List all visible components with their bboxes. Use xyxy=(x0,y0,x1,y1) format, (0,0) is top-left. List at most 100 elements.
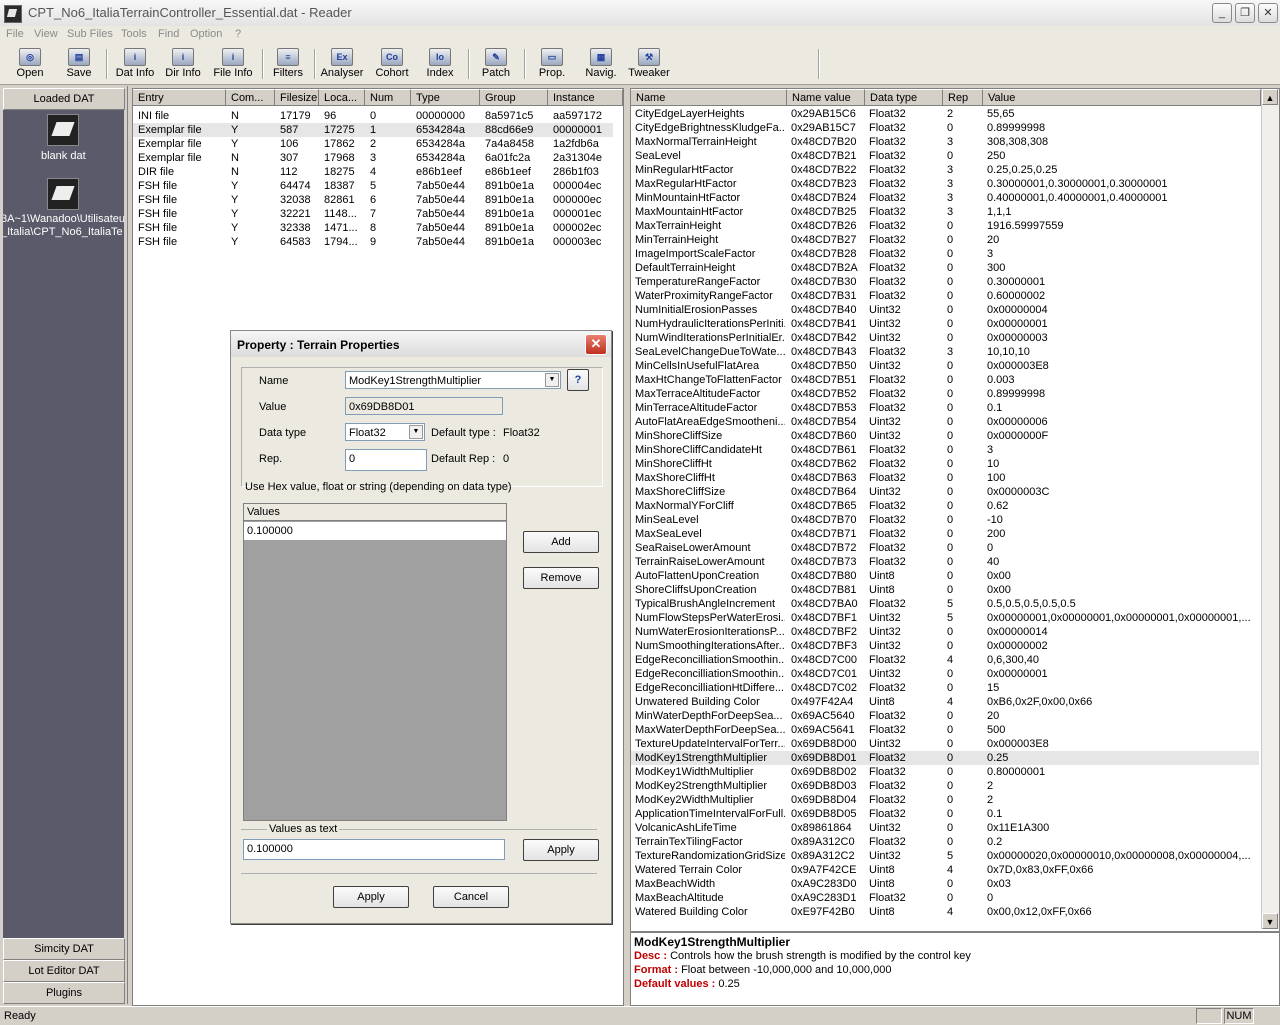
remove-button[interactable]: Remove xyxy=(523,567,599,589)
dat-item-label[interactable]: 3A~1\Wanadoo\Utilisateu xyxy=(3,213,124,225)
property-row[interactable]: MaxBeachAltitude 0xA9C283D1 Float32 0 0 xyxy=(631,891,1259,905)
property-row[interactable]: Unwatered Building Color 0x497F42A4 Uint8 4… xyxy=(631,695,1259,709)
property-row[interactable]: WaterProximityRangeFactor 0x48CD7B31 Float… xyxy=(631,289,1259,303)
property-row[interactable]: AutoFlattenUponCreation 0x48CD7B80 Uint8 0 0… xyxy=(631,569,1259,583)
property-row[interactable]: MaxShoreCliffHt 0x48CD7B63 Float32 0 100 xyxy=(631,471,1259,485)
dat-info-button[interactable]: i Dat Info xyxy=(112,46,158,82)
property-row[interactable]: MaxBeachWidth 0xA9C283D0 Uint8 0 0x03 xyxy=(631,877,1259,891)
properties-column-header[interactable]: Name xyxy=(631,89,787,106)
property-row[interactable]: ShoreCliffsUponCreation 0x48CD7B81 Uint8 0 0… xyxy=(631,583,1259,597)
property-row[interactable]: MinShoreCliffCandidateHt 0x48CD7B61 Float3… xyxy=(631,443,1259,457)
property-row[interactable]: TemperatureRangeFactor 0x48CD7B30 Float32 0… xyxy=(631,275,1259,289)
property-row[interactable]: ImageImportScaleFactor 0x48CD7B28 Float32 0… xyxy=(631,247,1259,261)
property-row[interactable]: MinTerraceAltitudeFactor 0x48CD7B53 Float3… xyxy=(631,401,1259,415)
table-row[interactable]: Exemplar file Y 106 17862 2 6534284a 7a4a8458 1… xyxy=(133,137,613,151)
menu-help[interactable]: ? xyxy=(235,28,241,40)
dialog-close-icon[interactable]: ✕ xyxy=(585,334,607,355)
patch-button[interactable]: ✎ Patch xyxy=(476,46,516,82)
dat-item-label[interactable]: _Italia\CPT_No6_ItaliaTe xyxy=(3,226,123,238)
apply-button[interactable]: Apply xyxy=(333,886,409,908)
properties-column-header[interactable]: Rep xyxy=(943,89,983,106)
property-row[interactable]: NumWaterErosionIterationsP... 0x48CD7BF2 U… xyxy=(631,625,1259,639)
entries-column-header[interactable]: Type xyxy=(411,89,480,106)
menu-find[interactable]: Find xyxy=(158,28,179,40)
menu-file[interactable]: File xyxy=(6,28,24,40)
entries-column-header[interactable]: Group xyxy=(480,89,548,106)
values-as-text-input[interactable]: 0.100000 xyxy=(243,839,505,860)
property-row[interactable]: MinWaterDepthForDeepSea... 0x69AC5640 Floa… xyxy=(631,709,1259,723)
table-row[interactable]: FSH file Y 32221 1148... 7 7ab50e44 891b0e1a 00… xyxy=(133,207,613,221)
property-row[interactable]: Watered Terrain Color 0x9A7F42CE Uint8 4 0x7… xyxy=(631,863,1259,877)
properties-column-header[interactable]: Name value xyxy=(787,89,865,106)
property-row[interactable]: MaxTerraceAltitudeFactor 0x48CD7B52 Float3… xyxy=(631,387,1259,401)
property-row[interactable]: MinCellsInUsefulFlatArea 0x48CD7B50 Uint32… xyxy=(631,359,1259,373)
save-button[interactable]: ▤ Save xyxy=(60,46,98,82)
property-row[interactable]: TextureRandomizationGridSize 0x89A312C2 Ui… xyxy=(631,849,1259,863)
cohort-button[interactable]: Co Cohort xyxy=(372,46,412,82)
property-row[interactable]: EdgeReconcilliationSmoothin... 0x48CD7C00… xyxy=(631,653,1259,667)
property-row[interactable]: AutoFlatAreaEdgeSmootheni... 0x48CD7B54 Ui… xyxy=(631,415,1259,429)
property-row[interactable]: MinRegularHtFactor 0x48CD7B22 Float32 3 0.25… xyxy=(631,163,1259,177)
property-row[interactable]: ModKey2WidthMultiplier 0x69DB8D04 Float32 0… xyxy=(631,793,1259,807)
table-row[interactable]: Exemplar file Y 587 17275 1 6534284a 88cd66e9 0… xyxy=(133,123,613,137)
table-row[interactable]: Exemplar file N 307 17968 3 6534284a 6a01fc2a 2… xyxy=(133,151,613,165)
open-button[interactable]: ◎ Open xyxy=(10,46,50,82)
property-row[interactable]: EdgeReconcilliationHtDiffere... 0x48CD7C0… xyxy=(631,681,1259,695)
maximize-button[interactable]: ❐ xyxy=(1235,3,1255,23)
property-row[interactable]: VolcanicAshLifeTime 0x89861864 Uint32 0 0x11… xyxy=(631,821,1259,835)
property-row[interactable]: MinMountainHtFactor 0x48CD7B24 Float32 3 0.4… xyxy=(631,191,1259,205)
property-row[interactable]: MinShoreCliffHt 0x48CD7B62 Float32 0 10 xyxy=(631,457,1259,471)
cancel-button[interactable]: Cancel xyxy=(433,886,509,908)
property-row[interactable]: NumSmoothingIterationsAfter... 0x48CD7BF3… xyxy=(631,639,1259,653)
rep-input[interactable]: 0 xyxy=(345,449,427,471)
apply-text-button[interactable]: Apply xyxy=(523,839,599,861)
property-row[interactable]: NumWindIterationsPerInitialEr... 0x48CD7B… xyxy=(631,331,1259,345)
properties-button[interactable]: ▭ Prop. xyxy=(532,46,572,82)
navigator-button[interactable]: ▦ Navig. xyxy=(580,46,622,82)
property-row[interactable]: MaxHtChangeToFlattenFactor 0x48CD7B51 Floa… xyxy=(631,373,1259,387)
entries-column-header[interactable]: Num xyxy=(365,89,411,106)
dat-item-label[interactable]: blank dat xyxy=(41,150,86,162)
property-row[interactable]: MinSeaLevel 0x48CD7B70 Float32 0 -10 xyxy=(631,513,1259,527)
entries-column-header[interactable]: Instance xyxy=(548,89,623,106)
data-type-select[interactable]: Float32 ▼ xyxy=(345,423,425,441)
property-row[interactable]: EdgeReconcilliationSmoothin... 0x48CD7C01… xyxy=(631,667,1259,681)
property-row[interactable]: NumHydraulicIterationsPerIniti... 0x48CD7… xyxy=(631,317,1259,331)
dat-file-icon[interactable] xyxy=(47,178,79,210)
values-list[interactable]: Values 0.100000 xyxy=(243,503,507,821)
filters-button[interactable]: ≡ Filters xyxy=(268,46,308,82)
dir-info-button[interactable]: i Dir Info xyxy=(161,46,205,82)
property-row[interactable]: MaxNormalTerrainHeight 0x48CD7B20 Float32 3… xyxy=(631,135,1259,149)
entries-column-header[interactable]: Com... xyxy=(226,89,275,106)
property-row[interactable]: MaxTerrainHeight 0x48CD7B26 Float32 0 1916.5… xyxy=(631,219,1259,233)
table-row[interactable]: FSH file Y 64583 1794... 9 7ab50e44 891b0e1a 00… xyxy=(133,235,613,249)
property-row[interactable]: MaxWaterDepthForDeepSea... 0x69AC5641 Floa… xyxy=(631,723,1259,737)
property-row[interactable]: Watered Building Color 0xE97F42B0 Uint8 4 0x… xyxy=(631,905,1259,919)
menu-sub-files[interactable]: Sub Files xyxy=(67,28,113,40)
table-row[interactable]: FSH file Y 32038 82861 6 7ab50e44 891b0e1a 0000… xyxy=(133,193,613,207)
property-row[interactable]: MinTerrainHeight 0x48CD7B27 Float32 0 20 xyxy=(631,233,1259,247)
list-item[interactable]: 0.100000 xyxy=(244,522,506,540)
entries-column-header[interactable]: Loca... xyxy=(319,89,365,106)
scroll-down-icon[interactable]: ▼ xyxy=(1262,913,1278,929)
property-row[interactable]: ModKey2StrengthMultiplier 0x69DB8D03 Float… xyxy=(631,779,1259,793)
menu-view[interactable]: View xyxy=(34,28,58,40)
properties-column-header[interactable]: Value xyxy=(983,89,1261,106)
property-row[interactable]: MinShoreCliffSize 0x48CD7B60 Uint32 0 0x0000… xyxy=(631,429,1259,443)
plugins-header[interactable]: Plugins xyxy=(3,982,125,1004)
property-row[interactable]: ModKey1WidthMultiplier 0x69DB8D02 Float32 0… xyxy=(631,765,1259,779)
scroll-up-icon[interactable]: ▲ xyxy=(1262,89,1278,105)
properties-table[interactable]: Name Name value Data type Rep Value CityEdge… xyxy=(630,88,1280,932)
minimize-button[interactable]: _ xyxy=(1212,3,1232,23)
simcity-dat-header[interactable]: Simcity DAT xyxy=(3,938,125,960)
property-row[interactable]: TextureUpdateIntervalForTerr... 0x69DB8D0… xyxy=(631,737,1259,751)
property-row[interactable]: TypicalBrushAngleIncrement 0x48CD7BA0 Floa… xyxy=(631,597,1259,611)
close-button[interactable]: ✕ xyxy=(1258,3,1278,23)
entries-column-header[interactable]: Filesize xyxy=(275,89,319,106)
table-row[interactable]: INI file N 17179 96 0 00000000 8a5971c5 aa59717… xyxy=(133,109,613,123)
help-button[interactable]: ? xyxy=(567,369,589,391)
property-row[interactable]: TerrainTexTilingFactor 0x89A312C0 Float32 0… xyxy=(631,835,1259,849)
property-row[interactable]: DefaultTerrainHeight 0x48CD7B2A Float32 0 30… xyxy=(631,261,1259,275)
analyser-button[interactable]: Ex Analyser xyxy=(318,46,366,82)
property-row[interactable]: SeaLevelChangeDueToWate... 0x48CD7B43 Floa… xyxy=(631,345,1259,359)
